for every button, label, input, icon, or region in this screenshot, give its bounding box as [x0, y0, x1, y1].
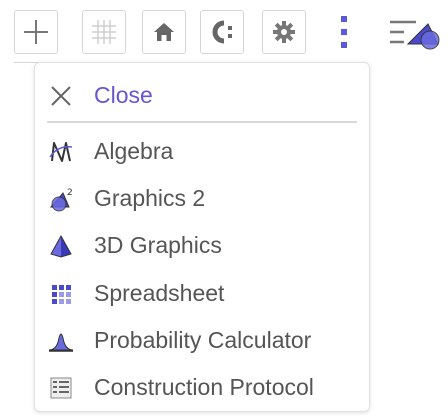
- label-style-button[interactable]: [200, 10, 244, 54]
- settings-button[interactable]: [262, 10, 306, 54]
- perspectives-icon: [386, 20, 448, 60]
- menu-item-label: Graphics 2: [94, 185, 206, 211]
- kebab-menu-icon: [339, 15, 349, 54]
- grid-icon: [89, 17, 119, 47]
- menu-item-label: Probability Calculator: [94, 327, 312, 353]
- standard-view-button[interactable]: [142, 10, 186, 54]
- menu-item-label: 3D Graphics: [94, 232, 222, 258]
- probability-icon: [47, 327, 75, 355]
- graphics3d-icon: [47, 232, 75, 260]
- menu-item-algebra[interactable]: Algebra: [35, 129, 371, 173]
- menu-item-spreadsheet[interactable]: Spreadsheet: [35, 271, 371, 315]
- menu-item-graphics-2[interactable]: 2 Graphics 2: [35, 176, 371, 220]
- graphics2-icon: 2: [47, 185, 75, 213]
- graphics-style-bar: [0, 0, 448, 63]
- close-menu-item[interactable]: Close: [35, 73, 371, 117]
- menu-item-probability-calculator[interactable]: Probability Calculator: [35, 318, 371, 362]
- toggle-grid-button[interactable]: [82, 10, 126, 54]
- menu-item-3d-graphics[interactable]: 3D Graphics: [35, 223, 371, 267]
- spreadsheet-icon: [47, 280, 75, 308]
- close-label: Close: [94, 82, 153, 108]
- menu-divider: [47, 121, 357, 123]
- construction-protocol-icon: [47, 374, 75, 402]
- toggle-axes-button[interactable]: [14, 10, 58, 54]
- menu-item-construction-protocol[interactable]: Construction Protocol: [35, 365, 371, 409]
- more-views-button[interactable]: [330, 12, 358, 56]
- menu-item-label: Spreadsheet: [94, 280, 225, 306]
- label-style-icon: [206, 18, 238, 46]
- axes-icon: [21, 17, 51, 47]
- close-icon: [47, 82, 75, 110]
- views-menu: Close Algebra 2 Graphics 2 3D Graphics S…: [34, 62, 370, 412]
- svg-text:2: 2: [67, 188, 73, 198]
- gear-icon: [271, 19, 297, 45]
- perspectives-button[interactable]: [386, 12, 448, 56]
- menu-item-label: Algebra: [94, 138, 174, 164]
- menu-item-label: Construction Protocol: [94, 374, 314, 400]
- home-icon: [151, 19, 177, 45]
- algebra-icon: [47, 138, 75, 166]
